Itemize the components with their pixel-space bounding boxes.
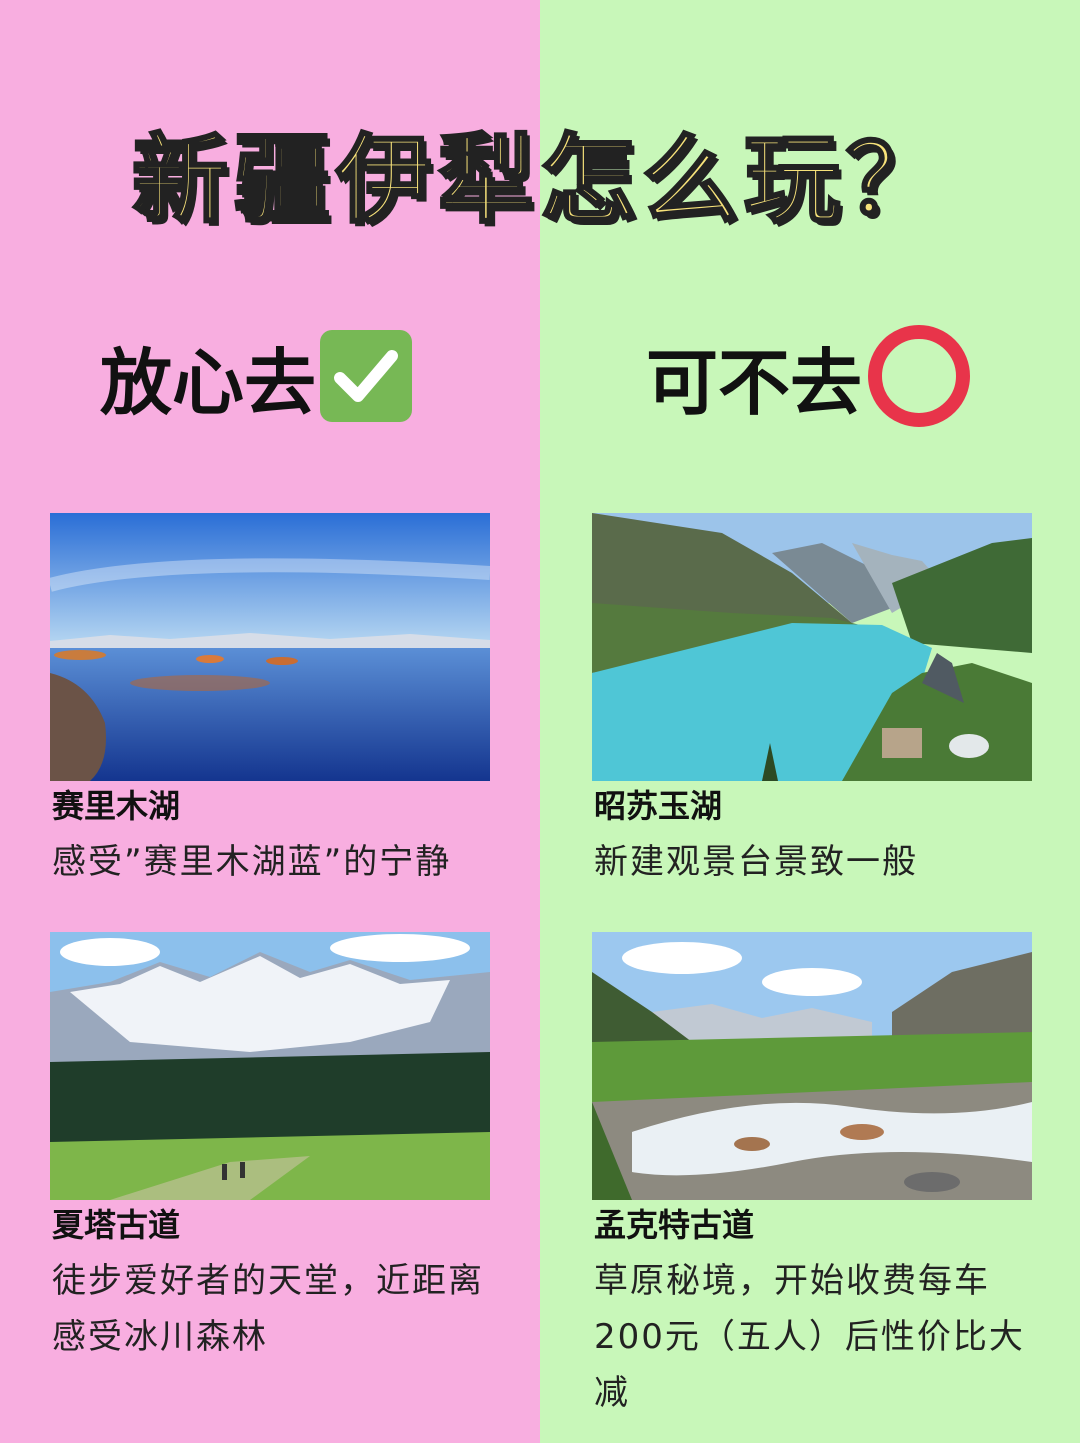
check-mark-icon <box>320 330 413 422</box>
place-desc-sayram-lake: 感受”赛里木湖蓝”的宁静 <box>52 842 452 882</box>
photo-mengkete-ancient-road <box>592 932 1032 1200</box>
skip-heading: 可不去 <box>646 325 971 427</box>
page-title: 新疆伊犁怎么玩？ <box>131 123 948 238</box>
photo-xiata-ancient-road <box>50 932 490 1200</box>
place-desc-xiata-ancient-road: 徒步爱好者的天堂，近距离 感受冰川森林 <box>52 1253 502 1365</box>
place-name-mengkete-ancient-road: 孟克特古道 <box>594 1206 755 1244</box>
photo-zhaosu-yuhu-lake <box>592 513 1032 781</box>
recommend-heading-label: 放心去 <box>100 340 317 425</box>
photo-sayram-lake <box>50 513 490 781</box>
place-desc-mengkete-line2: 200元（五人）后性价比大减 <box>594 1317 1025 1413</box>
place-desc-mengkete-line1: 草原秘境，开始收费每车 <box>594 1261 990 1301</box>
recommend-heading: 放心去 <box>100 330 413 425</box>
place-desc-zhaosu-yuhu-lake: 新建观景台景致一般 <box>594 842 918 882</box>
skip-heading-label: 可不去 <box>646 340 863 425</box>
place-desc-xiata-line1: 徒步爱好者的天堂，近距离 <box>52 1261 484 1301</box>
place-desc-xiata-line2: 感受冰川森林 <box>52 1317 268 1357</box>
red-circle-icon <box>868 325 971 427</box>
place-name-sayram-lake: 赛里木湖 <box>52 787 181 825</box>
place-name-zhaosu-yuhu-lake: 昭苏玉湖 <box>594 787 723 825</box>
place-desc-mengkete-ancient-road: 草原秘境，开始收费每车 200元（五人）后性价比大减 <box>594 1253 1044 1421</box>
place-name-xiata-ancient-road: 夏塔古道 <box>52 1206 181 1244</box>
